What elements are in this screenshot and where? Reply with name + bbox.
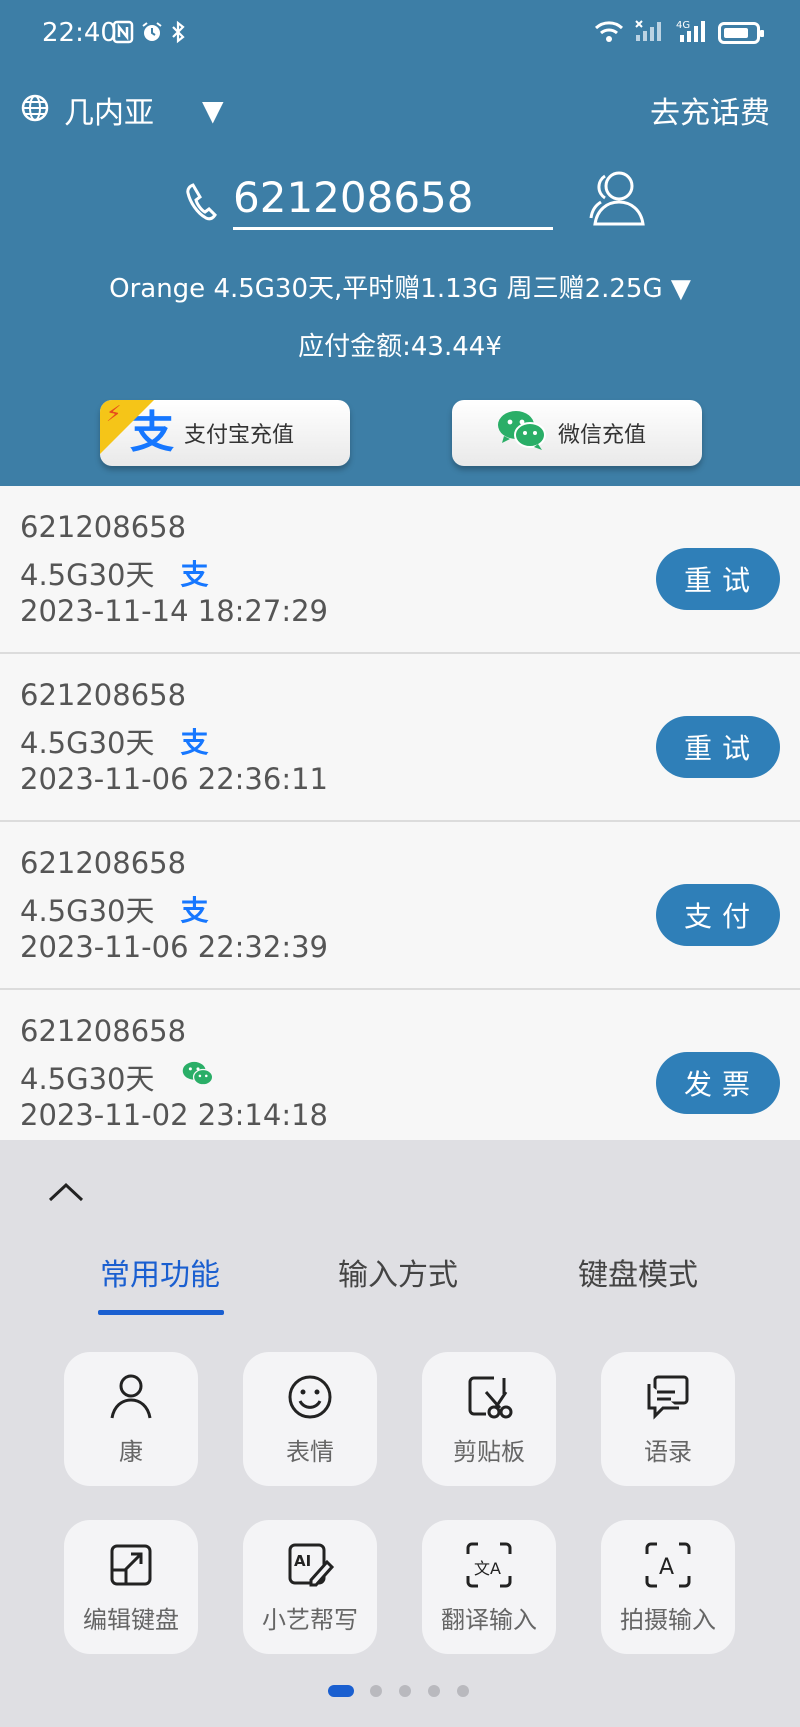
order-number: 621208658 — [20, 510, 187, 544]
tile-label: 翻译输入 — [441, 1606, 537, 1634]
globe-icon — [20, 93, 50, 127]
list-item[interactable]: 621208658 4.5G30天 2023-11-02 23:14:18 发票 — [0, 990, 800, 1158]
tile-edit-keyboard[interactable]: 编辑键盘 — [64, 1520, 198, 1654]
wechat-recharge-label: 微信充值 — [558, 423, 647, 448]
tile-emoji[interactable]: 表情 — [243, 1352, 377, 1486]
panel-tabs: 常用功能 输入方式 键盘模式 — [0, 1250, 800, 1310]
order-date: 2023-11-02 23:14:18 — [20, 1098, 328, 1132]
svg-text:文A: 文A — [474, 1559, 501, 1578]
status-left-icons — [112, 20, 186, 49]
alarm-icon — [140, 20, 164, 49]
order-number: 621208658 — [20, 846, 187, 880]
chevron-up-icon[interactable] — [46, 1180, 86, 1208]
status-bar: 22:40 4G — [0, 0, 800, 66]
tab-input-method[interactable]: 输入方式 — [338, 1250, 458, 1294]
tile-translate[interactable]: 文A 翻译输入 — [422, 1520, 556, 1654]
order-plan-row: 4.5G30天 支 — [20, 888, 209, 930]
tile-profile[interactable]: 康 — [64, 1352, 198, 1486]
list-item[interactable]: 621208658 4.5G30天 支 2023-11-06 22:32:39 … — [0, 822, 800, 990]
tab-common-functions[interactable]: 常用功能 — [100, 1250, 220, 1294]
tile-label: 小艺帮写 — [262, 1606, 358, 1634]
phone-icon — [185, 182, 219, 226]
page-dot[interactable] — [457, 1685, 469, 1697]
alipay-icon: 支 — [180, 558, 209, 591]
order-list: 621208658 4.5G30天 支 2023-11-14 18:27:29 … — [0, 486, 800, 1158]
tile-camera-input[interactable]: A 拍摄输入 — [601, 1520, 735, 1654]
page-dot[interactable] — [428, 1685, 440, 1697]
country-label: 几内亚 — [64, 96, 154, 131]
list-item[interactable]: 621208658 4.5G30天 支 2023-11-14 18:27:29 … — [0, 486, 800, 654]
go-recharge-link[interactable]: 去充话费 — [650, 88, 770, 132]
amount-due: 应付金额:43.44¥ — [298, 332, 502, 362]
phone-row — [185, 168, 645, 236]
wechat-icon — [181, 1060, 215, 1095]
order-plan: 4.5G30天 — [20, 894, 155, 928]
plan-selector[interactable]: Orange 4.5G30天,平时赠1.13G 周三赠2.25G ▼ — [0, 268, 800, 305]
tile-label: 编辑键盘 — [83, 1606, 179, 1634]
alipay-recharge-label: 支付宝充值 — [184, 423, 295, 448]
tile-ai-write[interactable]: AI 小艺帮写 — [243, 1520, 377, 1654]
order-plan: 4.5G30天 — [20, 1062, 155, 1096]
nfc-icon — [112, 20, 134, 49]
order-plan: 4.5G30天 — [20, 726, 155, 760]
active-tab-indicator — [98, 1310, 224, 1315]
signal-1-icon — [634, 19, 664, 47]
page-dot[interactable] — [328, 1685, 354, 1697]
tile-label: 拍摄输入 — [620, 1606, 716, 1634]
page-dot[interactable] — [370, 1685, 382, 1697]
smiley-icon — [285, 1372, 335, 1422]
tile-quotes[interactable]: 语录 — [601, 1352, 735, 1486]
battery-icon — [718, 22, 764, 44]
status-time: 22:40 — [42, 18, 117, 48]
keyboard-function-panel: 常用功能 输入方式 键盘模式 康 表情 剪贴板 语录 编辑键盘 AI 小艺帮写 … — [0, 1140, 800, 1727]
pay-button[interactable]: 支付 — [656, 884, 780, 946]
header: 22:40 4G 几内亚 ▼ 去充话费 621208658 Orange 4.5… — [0, 0, 800, 486]
country-selector[interactable]: 几内亚 ▼ — [20, 88, 224, 132]
retry-button[interactable]: 重试 — [656, 716, 780, 778]
retry-button[interactable]: 重试 — [656, 548, 780, 610]
order-number: 621208658 — [20, 678, 187, 712]
tile-label: 语录 — [644, 1438, 692, 1466]
wechat-recharge-button[interactable]: 微信充值 — [452, 400, 702, 466]
tile-label: 表情 — [286, 1438, 334, 1466]
clipboard-icon — [464, 1372, 514, 1422]
phone-number-input[interactable] — [233, 168, 553, 230]
order-date: 2023-11-06 22:36:11 — [20, 762, 328, 796]
translate-icon: 文A — [464, 1540, 514, 1590]
contacts-icon[interactable] — [585, 168, 651, 232]
tile-clipboard[interactable]: 剪贴板 — [422, 1352, 556, 1486]
wifi-icon — [594, 19, 624, 47]
edit-keyboard-icon — [107, 1540, 155, 1590]
svg-text:AI: AI — [294, 1552, 311, 1570]
page-dot[interactable] — [399, 1685, 411, 1697]
svg-text:4G: 4G — [676, 20, 690, 31]
wechat-icon — [496, 408, 548, 458]
invoice-button[interactable]: 发票 — [656, 1052, 780, 1114]
alipay-recharge-button[interactable]: ⚡ 支 支付宝充值 — [100, 400, 350, 466]
svg-text:A: A — [659, 1555, 674, 1580]
signal-2-icon: 4G — [674, 18, 708, 48]
tile-label: 剪贴板 — [453, 1438, 525, 1466]
page-indicator — [0, 1685, 800, 1699]
tile-label: 康 — [119, 1438, 143, 1466]
order-number: 621208658 — [20, 1014, 187, 1048]
order-plan: 4.5G30天 — [20, 558, 155, 592]
quotes-icon — [643, 1372, 693, 1422]
caret-down-icon: ▼ — [202, 93, 224, 127]
status-right-icons: 4G — [594, 18, 764, 48]
lightning-icon: ⚡ — [106, 402, 122, 427]
ai-write-icon: AI — [285, 1540, 335, 1590]
list-item[interactable]: 621208658 4.5G30天 支 2023-11-06 22:36:11 … — [0, 654, 800, 822]
camera-text-icon: A — [643, 1540, 693, 1590]
order-plan-row: 4.5G30天 — [20, 1056, 215, 1098]
order-plan-row: 4.5G30天 支 — [20, 552, 209, 594]
order-date: 2023-11-14 18:27:29 — [20, 594, 328, 628]
order-date: 2023-11-06 22:32:39 — [20, 930, 328, 964]
alipay-icon: 支 — [180, 726, 209, 759]
bluetooth-icon — [170, 20, 186, 49]
tab-keyboard-mode[interactable]: 键盘模式 — [578, 1250, 698, 1294]
person-icon — [107, 1372, 155, 1422]
order-plan-row: 4.5G30天 支 — [20, 720, 209, 762]
alipay-icon: 支 — [180, 894, 209, 927]
